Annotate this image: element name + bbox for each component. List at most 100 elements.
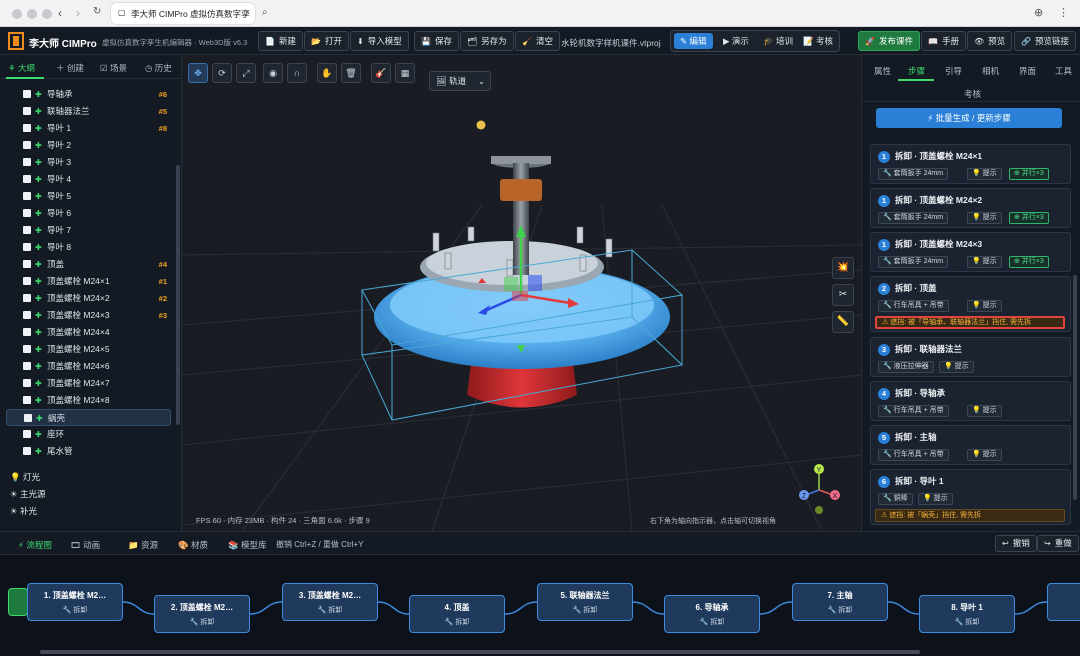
tab-scene[interactable]: ☑ 场景 (100, 62, 127, 74)
visibility-checkbox[interactable] (23, 430, 31, 438)
outline-item[interactable]: ✚ 顶盖螺栓 M24×8 (23, 392, 173, 409)
visibility-checkbox[interactable] (23, 328, 31, 336)
sphere-tool-button[interactable]: ◉ (263, 63, 283, 83)
redo-button[interactable]: ↪ 重做 (1037, 535, 1079, 552)
explode-button[interactable]: 💥 (832, 257, 854, 279)
visibility-checkbox[interactable] (23, 175, 31, 183)
reload-icon[interactable]: ↻ (93, 6, 101, 17)
step-card[interactable]: 5 拆卸 · 主轴 🔧 行车吊具 + 吊带 💡 提示 (870, 425, 1071, 465)
visibility-checkbox[interactable] (23, 311, 31, 319)
tab-model-library[interactable]: 📚 模型库 (228, 539, 266, 551)
outline-item[interactable]: ✚ 导叶 5 (23, 188, 173, 205)
scene-canvas[interactable]: Y X Z (182, 55, 861, 531)
visibility-checkbox[interactable] (23, 447, 31, 455)
tab-outline[interactable]: ⚘ 大纲 (8, 62, 35, 74)
axis-gizmo[interactable]: Y X Z (799, 464, 840, 514)
visibility-checkbox[interactable] (23, 158, 31, 166)
preview-button[interactable]: 👁 预览 (967, 31, 1013, 51)
outline-item[interactable]: ✚ 顶盖螺栓 M24×2 #2 (23, 290, 173, 307)
back-icon[interactable]: ‹ (58, 6, 62, 20)
preview-link-button[interactable]: 🔗 预览链接 (1014, 31, 1076, 51)
hand-tool-button[interactable]: ✋ (317, 63, 337, 83)
magnet-tool-button[interactable]: ∩ (287, 63, 307, 83)
left-scrollbar[interactable] (176, 165, 180, 425)
mode-training[interactable]: 🎓 培训 (757, 33, 799, 49)
step-card[interactable]: 4 拆卸 · 导轴承 🔧 行车吊具 + 吊带 💡 提示 (870, 381, 1071, 421)
tool-tag[interactable]: 🔧 行车吊具 + 吊带 (878, 405, 949, 417)
tab-flowchart[interactable]: ⚡ 流程图 (18, 539, 52, 551)
new-button[interactable]: 📄 新建 (258, 31, 303, 51)
grid-tool-button[interactable]: ▦ (395, 63, 415, 83)
outline-item[interactable]: ✚ 蜗壳 (6, 409, 171, 426)
visibility-checkbox[interactable] (23, 379, 31, 387)
visibility-checkbox[interactable] (23, 226, 31, 234)
globe-icon[interactable]: ⊕ (1034, 6, 1043, 19)
outline-item[interactable]: ✚ 顶盖螺栓 M24×6 (23, 358, 173, 375)
delete-tool-button[interactable]: 🗑 (341, 63, 361, 83)
hint-tag[interactable]: 💡 提示 (967, 256, 1002, 268)
window-minimize-dot[interactable] (27, 9, 37, 19)
parallel-tag[interactable]: ⊕ 并行×3 (1009, 212, 1049, 224)
tool-tag[interactable]: 🔧 套筒扳手 24mm (878, 256, 949, 268)
hint-tag[interactable]: 💡 提示 (918, 493, 953, 505)
tool-tag[interactable]: 🔧 铜棒 (878, 493, 913, 505)
measure-button[interactable]: 📏 (832, 311, 854, 333)
step-card[interactable]: 1 拆卸 · 顶盖螺栓 M24×2 🔧 套筒扳手 24mm 💡 提示 ⊕ 并行×3 (870, 188, 1071, 228)
tab-tools[interactable]: 工具 (1055, 65, 1072, 77)
tab-resources[interactable]: 📁 资源 (128, 539, 158, 551)
start-node[interactable] (8, 588, 28, 616)
tool-tag[interactable]: 🔧 行车吊具 + 吊带 (878, 449, 949, 461)
batch-generate-button[interactable]: ⚡ 批量生成 / 更新步骤 (876, 108, 1062, 128)
tab-properties[interactable]: 属性 (874, 65, 891, 77)
step-card[interactable]: 2 拆卸 · 顶盖 🔧 行车吊具 + 吊带 💡 提示 ⚠ 遮挡: 被「导轴承、联轴器法兰… (870, 276, 1071, 332)
camera-mode-select[interactable]: 🖼 轨道 ⌄ (429, 71, 491, 91)
window-zoom-dot[interactable] (42, 9, 52, 19)
tool-tag[interactable]: 🔧 套筒扳手 24mm (878, 212, 949, 224)
browser-tab[interactable]: ▢ 李大师 CIMPro 虚拟仿真数字孪 × (111, 3, 255, 24)
outline-item[interactable]: ✚ 导叶 6 (23, 205, 173, 222)
outline-item[interactable]: ✚ 导叶 8 (23, 239, 173, 256)
coupling-flange-mesh[interactable] (491, 156, 551, 164)
outline-item[interactable]: ✚ 座环 (23, 426, 173, 443)
outline-item[interactable]: ✚ 导叶 7 (23, 222, 173, 239)
3d-viewport[interactable]: Y X Z ✥ ⟳ ⤢ ◉ ∩ ✋ 🗑 🎸 ▦ 🖼 轨道 ⌄ 💥 ✂ 📏 FPS … (182, 55, 861, 531)
step-card[interactable]: 1 拆卸 · 顶盖螺栓 M24×1 🔧 套筒扳手 24mm 💡 提示 ⊕ 并行×3 (870, 144, 1071, 184)
main-light-item[interactable]: ☀ 主光源 (10, 488, 46, 500)
visibility-checkbox[interactable] (23, 141, 31, 149)
manual-button[interactable]: 📖 手册 (921, 31, 966, 51)
light-gizmo[interactable] (476, 120, 486, 130)
flow-node[interactable]: 6. 导轴承 🔧 拆卸 (664, 595, 760, 633)
flow-node[interactable]: 3. 顶盖螺栓 M2… 🔧 拆卸 (282, 583, 378, 621)
visibility-checkbox[interactable] (23, 192, 31, 200)
import-model-button[interactable]: ⬇ 导入模型 (350, 31, 409, 51)
visibility-checkbox[interactable] (23, 243, 31, 251)
visibility-checkbox[interactable] (23, 277, 31, 285)
hint-tag[interactable]: 💡 提示 (967, 212, 1002, 224)
outline-item[interactable]: ✚ 联轴器法兰 #5 (23, 103, 173, 120)
flow-node[interactable]: 8. 导叶 1 🔧 拆卸 (919, 595, 1015, 633)
tab-close-icon[interactable]: × (245, 7, 250, 17)
step-card[interactable]: 1 拆卸 · 顶盖螺栓 M24×3 🔧 套筒扳手 24mm 💡 提示 ⊕ 并行×3 (870, 232, 1071, 272)
save-button[interactable]: 💾 保存 (414, 31, 459, 51)
flow-node[interactable]: 4. 顶盖 🔧 拆卸 (409, 595, 505, 633)
flow-scrollbar[interactable] (40, 650, 920, 654)
outline-item[interactable]: ✚ 导叶 4 (23, 171, 173, 188)
visibility-checkbox[interactable] (24, 414, 32, 422)
hint-tag[interactable]: 💡 提示 (967, 300, 1002, 312)
outline-item[interactable]: ✚ 顶盖螺栓 M24×5 (23, 341, 173, 358)
outline-item[interactable]: ✚ 导叶 2 (23, 137, 173, 154)
step-card[interactable]: 3 拆卸 · 联轴器法兰 🔧 液压拉伸器 💡 提示 (870, 337, 1071, 377)
search-icon[interactable]: ⌕ (262, 7, 268, 18)
cut-button[interactable]: ✂ (832, 284, 854, 306)
save-as-button[interactable]: 🗂 另存为 (460, 31, 514, 51)
visibility-checkbox[interactable] (23, 345, 31, 353)
hint-tag[interactable]: 💡 提示 (967, 449, 1002, 461)
visibility-checkbox[interactable] (23, 124, 31, 132)
open-button[interactable]: 📂 打开 (304, 31, 349, 51)
right-scrollbar[interactable] (1073, 275, 1077, 500)
tool-tag[interactable]: 🔧 液压拉伸器 (878, 361, 934, 373)
visibility-checkbox[interactable] (23, 362, 31, 370)
tab-create[interactable]: ＋ 创建 (56, 62, 84, 74)
outline-item[interactable]: ✚ 尾水管 (23, 443, 173, 460)
outline-item[interactable]: ✚ 顶盖 #4 (23, 256, 173, 273)
